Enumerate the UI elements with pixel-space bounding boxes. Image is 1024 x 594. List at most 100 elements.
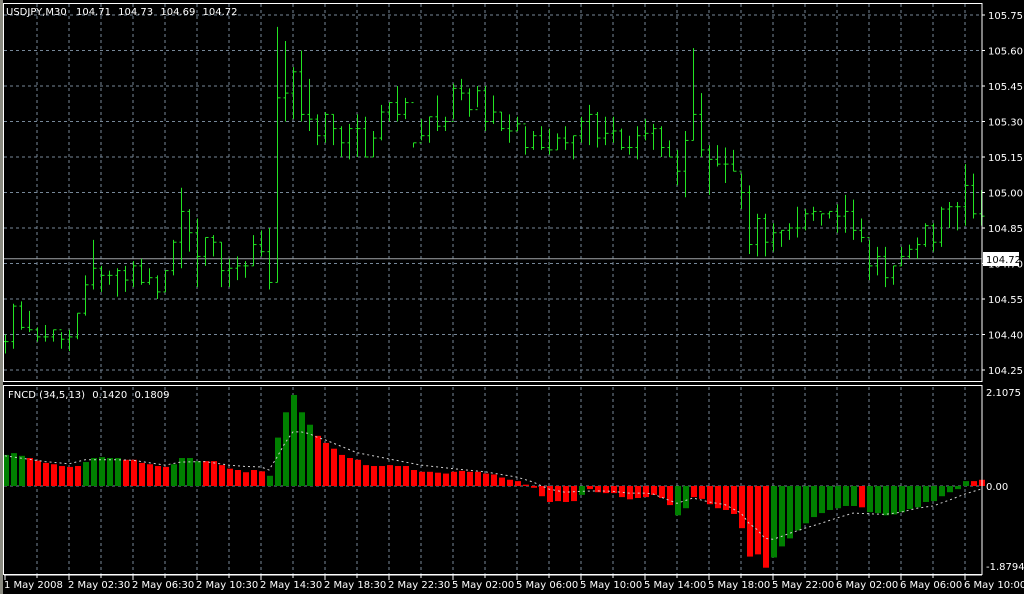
histogram-bar bbox=[771, 486, 777, 558]
histogram-bar bbox=[883, 486, 889, 516]
histogram-bar bbox=[427, 471, 433, 486]
price-bar bbox=[19, 301, 25, 330]
y-tick-label: 104.40 bbox=[988, 331, 1023, 342]
price-bar bbox=[339, 126, 345, 158]
price-bar bbox=[131, 261, 137, 288]
price-bar bbox=[323, 112, 329, 143]
price-bar bbox=[435, 95, 441, 131]
histogram-bar bbox=[291, 394, 297, 486]
histogram-bar bbox=[27, 458, 33, 486]
histogram-bar bbox=[787, 486, 793, 539]
indicator-value-2: 0.1809 bbox=[134, 390, 169, 401]
x-tick-label: 2 May 10:30 bbox=[196, 580, 258, 591]
histogram-bar bbox=[475, 471, 481, 486]
price-bar bbox=[627, 135, 633, 155]
price-bar bbox=[483, 86, 489, 131]
price-bar bbox=[347, 123, 353, 160]
x-tick-label: 5 May 10:00 bbox=[580, 580, 642, 591]
histogram-bar bbox=[587, 486, 593, 490]
histogram-bar bbox=[851, 486, 857, 506]
histogram-bar bbox=[875, 486, 881, 514]
price-bar bbox=[747, 185, 753, 255]
price-bar bbox=[379, 104, 385, 141]
indicator-header: FNCD (34,5,13) 0.1420 0.1809 bbox=[8, 390, 169, 401]
price-bar bbox=[883, 246, 889, 288]
price-bar bbox=[355, 114, 361, 158]
histogram-bar bbox=[395, 466, 401, 486]
price-bar bbox=[67, 329, 73, 352]
price-bar bbox=[427, 116, 433, 143]
histogram-bar bbox=[123, 459, 129, 486]
histogram-bar bbox=[603, 486, 609, 494]
histogram-bar bbox=[419, 471, 425, 486]
price-bar bbox=[547, 128, 553, 155]
histogram-bar bbox=[91, 458, 97, 486]
price-bar bbox=[371, 130, 377, 158]
price-bar bbox=[955, 201, 961, 231]
histogram-bar bbox=[715, 486, 721, 509]
histogram-bar bbox=[491, 474, 497, 486]
histogram-bar bbox=[531, 486, 537, 488]
indicator-histogram bbox=[3, 394, 985, 568]
histogram-bar bbox=[859, 486, 865, 508]
histogram-bar bbox=[811, 486, 817, 518]
histogram-bar bbox=[819, 486, 825, 514]
histogram-bar bbox=[691, 486, 697, 498]
price-bar bbox=[211, 235, 217, 257]
price-bar bbox=[203, 236, 209, 266]
y-tick-label: 104.25 bbox=[988, 366, 1023, 377]
price-bar bbox=[843, 194, 849, 233]
price-bar bbox=[715, 145, 721, 167]
price-bar bbox=[619, 128, 625, 150]
price-bar bbox=[75, 312, 81, 340]
histogram-bar bbox=[59, 466, 65, 486]
symbol-label: USDJPY,M30 bbox=[6, 7, 67, 18]
histogram-bar bbox=[547, 486, 553, 502]
x-tick-label: 5 May 02:00 bbox=[452, 580, 514, 591]
price-bar bbox=[43, 325, 49, 342]
price-bar bbox=[451, 83, 457, 123]
price-bar bbox=[83, 275, 89, 316]
price-bar bbox=[907, 244, 913, 259]
chart-canvas[interactable]: 105.75 105.60 105.45 105.30 105.15 105.00 104.… bbox=[0, 0, 1024, 594]
histogram-bar bbox=[795, 486, 801, 531]
price-bar bbox=[819, 210, 825, 226]
histogram-bar bbox=[323, 442, 329, 486]
x-tick-label: 1 May 2008 bbox=[4, 580, 63, 591]
histogram-bar bbox=[763, 486, 769, 568]
histogram-bar bbox=[403, 466, 409, 486]
price-bar bbox=[915, 237, 921, 259]
price-bar bbox=[563, 126, 569, 150]
price-bar bbox=[11, 303, 17, 349]
high-value: 104.73 bbox=[118, 7, 153, 18]
histogram-bar bbox=[803, 486, 809, 524]
histogram-bar bbox=[459, 470, 465, 486]
price-bar bbox=[163, 270, 169, 293]
price-bar bbox=[291, 67, 297, 120]
x-tick-label: 5 May 22:00 bbox=[772, 580, 834, 591]
histogram-bar bbox=[99, 457, 105, 486]
histogram-bar bbox=[963, 481, 969, 486]
indicator-name: FNCD (34,5,13) bbox=[8, 390, 85, 401]
price-bar bbox=[507, 114, 513, 143]
histogram-bar bbox=[539, 486, 545, 497]
histogram-bar bbox=[211, 461, 217, 486]
histogram-bar bbox=[971, 481, 977, 486]
histogram-bar bbox=[699, 486, 705, 499]
x-tick-label: 6 May 10:00 bbox=[964, 580, 1024, 591]
histogram-bar bbox=[347, 458, 353, 486]
price-bar bbox=[139, 258, 145, 285]
y-tick-label: 105.60 bbox=[988, 47, 1023, 58]
x-tick-label: 2 May 14:30 bbox=[260, 580, 322, 591]
histogram-bar bbox=[243, 472, 249, 486]
histogram-bar bbox=[275, 437, 281, 486]
histogram-bar bbox=[67, 466, 73, 486]
price-bar bbox=[235, 256, 241, 281]
y-tick-label: 105.45 bbox=[988, 82, 1023, 93]
histogram-bar bbox=[107, 458, 113, 486]
histogram-bar bbox=[203, 461, 209, 486]
x-tick-label: 5 May 18:00 bbox=[708, 580, 770, 591]
histogram-bar bbox=[571, 486, 577, 502]
indicator-y-tick-label: 0.00 bbox=[986, 482, 1008, 493]
y-tick-label: 105.15 bbox=[988, 153, 1023, 164]
